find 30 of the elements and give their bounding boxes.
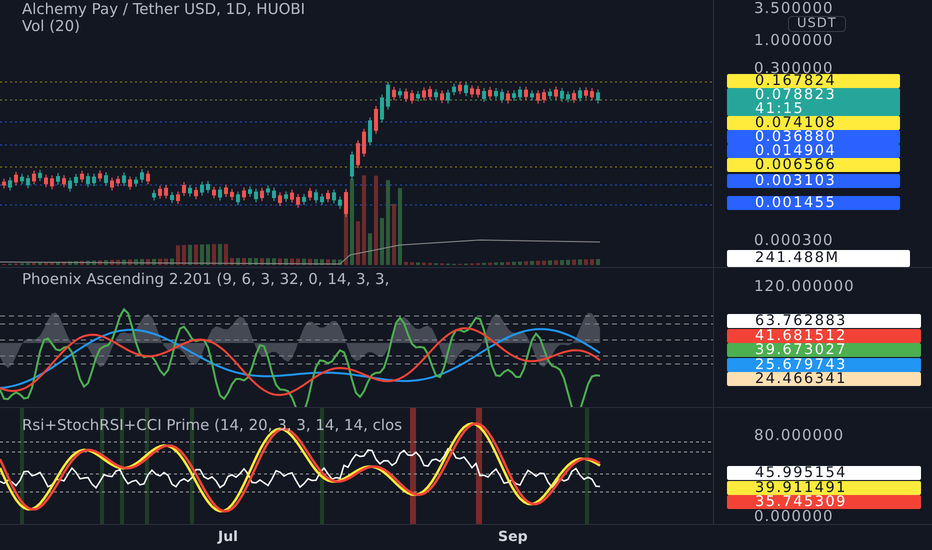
tag-value: 63.762883 xyxy=(755,314,848,328)
volume-label: Vol (20) xyxy=(22,17,80,35)
time-axis-label: Jul xyxy=(218,529,238,545)
axis-label: 80.000000 xyxy=(754,427,844,443)
time-axis-label: Sep xyxy=(498,529,528,545)
tag-value: 24.466341 xyxy=(755,372,848,386)
tag-value: 35.745309 xyxy=(755,495,848,509)
tag-value: 0.078823 xyxy=(755,88,838,102)
axis-label: 1.000000 xyxy=(754,32,834,48)
tag-value: 0.167824 xyxy=(755,74,838,88)
tag-value: 0.036880 xyxy=(755,130,838,144)
tag-value: 0.001455 xyxy=(755,196,838,210)
chart-title: Alchemy Pay / Tether USD, 1D, HUOBI xyxy=(22,0,306,18)
tag-value: 41.681512 xyxy=(755,328,848,342)
currency-badge: USDT xyxy=(788,16,846,32)
volume-tag: 241.488M xyxy=(727,250,910,267)
axis-label: 3.500000 xyxy=(754,0,834,16)
tag-value: 39.673027 xyxy=(755,343,848,357)
indicator-title: Phoenix Ascending 2.201 (9, 6, 3, 32, 0, 14, 3, 3, xyxy=(22,270,390,288)
axis-label: 0.000000 xyxy=(754,508,834,524)
axis-label: 0.000300 xyxy=(754,232,834,248)
tag-value: 0.006566 xyxy=(755,158,838,172)
tag-value: 0.014904 xyxy=(755,144,838,158)
axis-label: 120.000000 xyxy=(754,278,855,294)
tag-value: 25.679743 xyxy=(755,358,848,372)
tag-value: 0.074108 xyxy=(755,116,838,130)
countdown-text: 41:15 xyxy=(755,102,804,116)
tag-value: 45.995154 xyxy=(755,466,848,480)
tag-value: 0.003103 xyxy=(755,174,838,188)
tag-value: 39.911491 xyxy=(755,480,848,494)
